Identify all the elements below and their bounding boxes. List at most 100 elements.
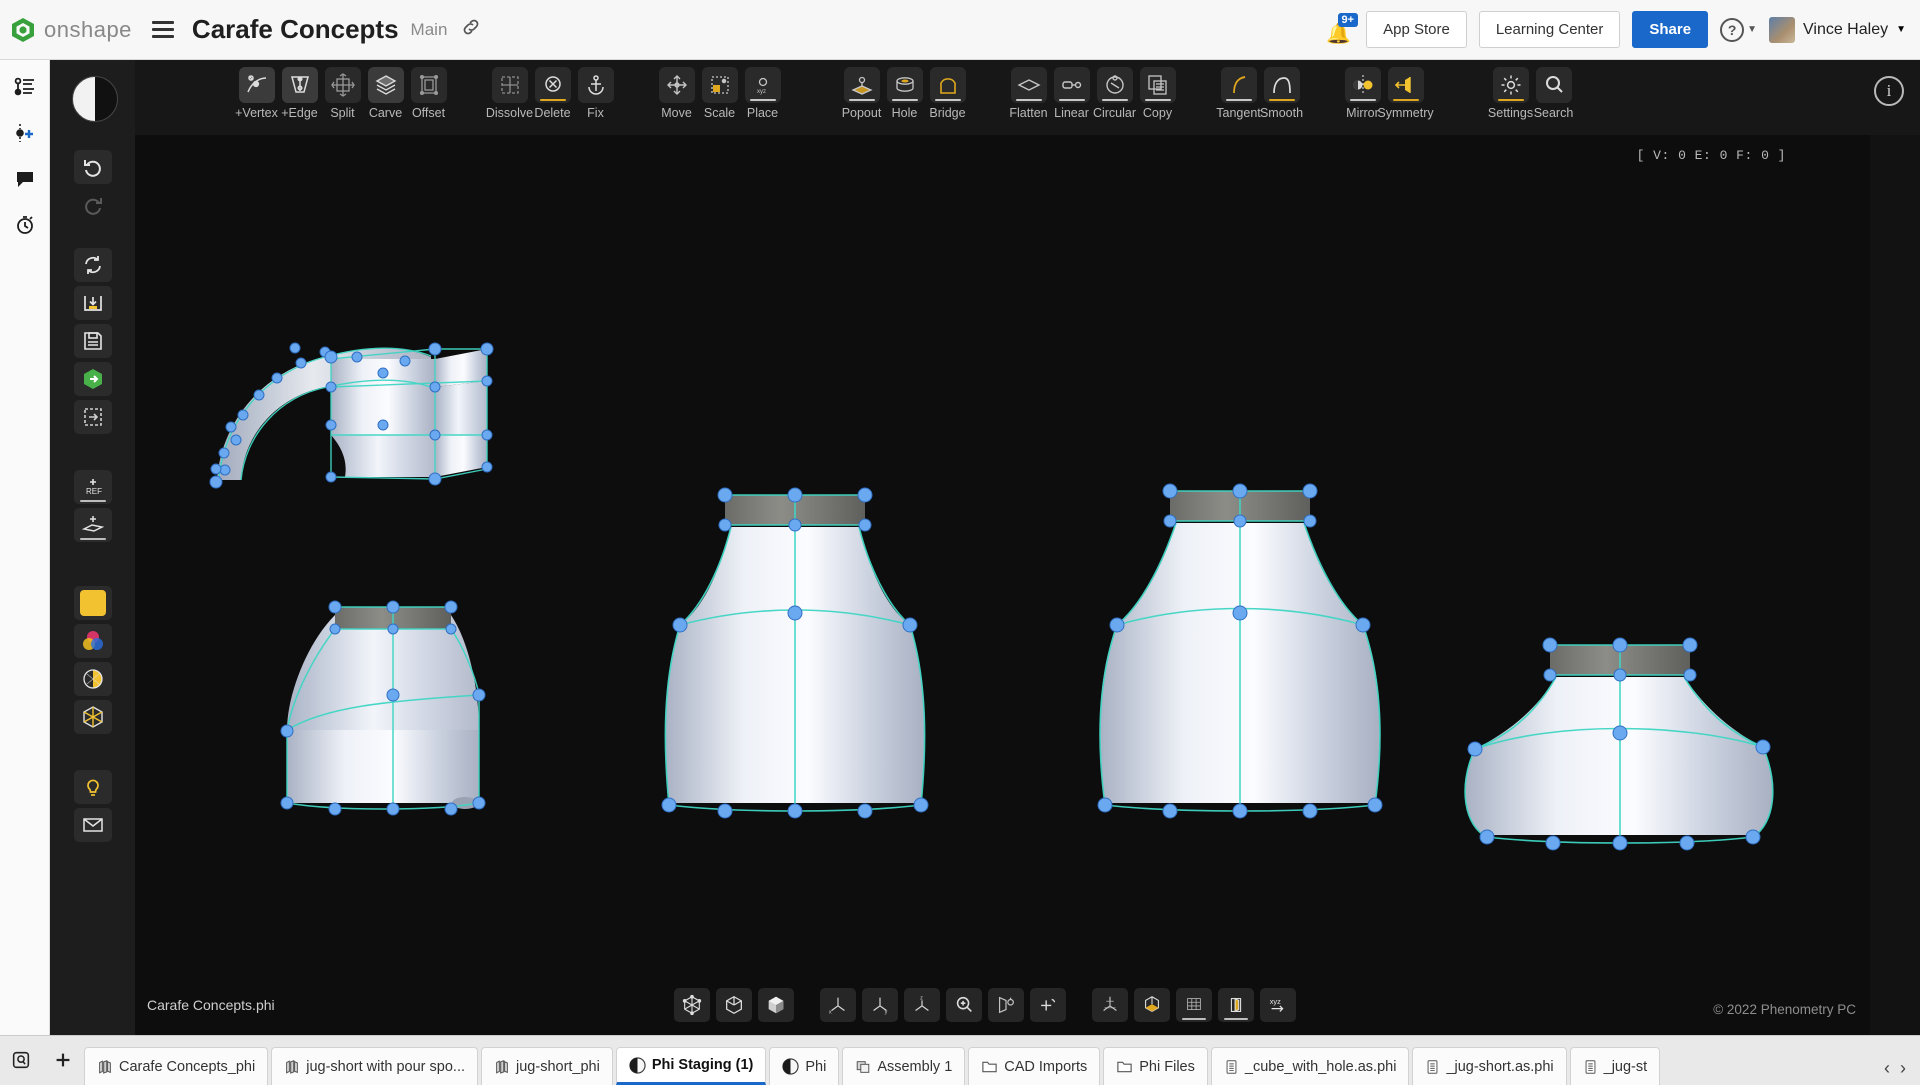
ribbon-group-pattern: Flatten Linear Circular xyxy=(1007,60,1179,120)
ribbon-item-delete[interactable]: Delete xyxy=(531,60,574,120)
material-preview-sphere[interactable] xyxy=(72,76,118,122)
ribbon-label: Scale xyxy=(704,106,735,120)
ribbon-item-add-vertex[interactable]: +Vertex xyxy=(235,60,278,120)
rotate-view-icon[interactable] xyxy=(988,988,1024,1022)
tab-phi-files[interactable]: Phi Files xyxy=(1103,1047,1208,1085)
tab-jug-st-truncated[interactable]: _jug-st xyxy=(1570,1047,1660,1085)
hamburger-icon[interactable] xyxy=(148,17,178,42)
help-menu[interactable]: ? ▼ xyxy=(1720,18,1757,42)
model-carafe-squat xyxy=(1465,638,1773,850)
user-menu[interactable]: Vince Haley ▼ xyxy=(1769,17,1906,43)
ribbon-item-tangent[interactable]: Tangent xyxy=(1217,60,1260,120)
section-cube-icon[interactable] xyxy=(1134,988,1170,1022)
underline xyxy=(1145,99,1171,101)
tab-carafe-concepts-phi[interactable]: Carafe Concepts_phi xyxy=(84,1047,268,1085)
wireframe-cube-icon[interactable] xyxy=(716,988,752,1022)
ribbon-item-fix[interactable]: Fix xyxy=(574,60,617,120)
tab-jug-short-with-pour-spout[interactable]: jug-short with pour spo... xyxy=(271,1047,478,1085)
tab-assembly-1[interactable]: Assembly 1 xyxy=(842,1047,965,1085)
view-toolbar: x y z xyxy=(50,975,1920,1035)
model-canvas[interactable] xyxy=(135,135,1870,1035)
ribbon-item-popout[interactable]: Popout xyxy=(840,60,883,120)
onshape-export-icon[interactable] xyxy=(74,362,112,396)
learning-center-button[interactable]: Learning Center xyxy=(1479,11,1621,48)
ribbon-item-search[interactable]: Search xyxy=(1532,60,1575,120)
tab-phi[interactable]: Phi xyxy=(769,1047,839,1085)
view-y-axis-icon[interactable]: y xyxy=(862,988,898,1022)
ribbon-item-add-edge[interactable]: +Edge xyxy=(278,60,321,120)
app-store-button[interactable]: App Store xyxy=(1366,11,1467,48)
ribbon-label: +Edge xyxy=(281,106,318,120)
tab-scroll-next[interactable]: › xyxy=(1900,1058,1906,1079)
underline xyxy=(80,500,106,502)
add-plane-icon[interactable] xyxy=(74,508,112,542)
tab-cube-with-hole[interactable]: _cube_with_hole.as.phi xyxy=(1211,1047,1410,1085)
ribbon-item-bridge[interactable]: Bridge xyxy=(926,60,969,120)
underline xyxy=(1059,99,1085,101)
ribbon-item-settings[interactable]: Settings xyxy=(1489,60,1532,120)
ribbon-item-symmetry[interactable]: Symmetry xyxy=(1384,60,1427,120)
axes-origin-icon[interactable] xyxy=(1092,988,1128,1022)
comment-icon[interactable] xyxy=(0,156,50,202)
underline xyxy=(1269,99,1295,101)
share-button[interactable]: Share xyxy=(1632,11,1708,48)
ribbon-item-offset[interactable]: Offset xyxy=(407,60,450,120)
ribbon-item-flatten[interactable]: Flatten xyxy=(1007,60,1050,120)
ribbon-item-circular[interactable]: Circular xyxy=(1093,60,1136,120)
view-x-axis-icon[interactable]: x xyxy=(820,988,856,1022)
ghost-mode-icon[interactable] xyxy=(1218,988,1254,1022)
zoom-icon[interactable] xyxy=(946,988,982,1022)
ribbon-item-place[interactable]: xyz Place xyxy=(741,60,784,120)
pan-view-icon[interactable] xyxy=(1030,988,1066,1022)
mirror-icon xyxy=(1345,67,1381,103)
ribbon-item-scale[interactable]: Scale xyxy=(698,60,741,120)
add-vertex-icon xyxy=(239,67,275,103)
underline xyxy=(892,99,918,101)
tab-cad-imports[interactable]: CAD Imports xyxy=(968,1047,1100,1085)
color-wheel-icon[interactable] xyxy=(74,624,112,658)
envelope-icon[interactable] xyxy=(74,808,112,842)
shaded-cube-icon[interactable] xyxy=(758,988,794,1022)
feature-list-icon[interactable] xyxy=(0,64,50,110)
tab-jug-short-as-phi[interactable]: _jug-short.as.phi xyxy=(1412,1047,1566,1085)
3d-viewport[interactable]: [ V: 0 E: 0 F: 0 ] xyxy=(135,135,1870,1035)
add-ref-icon[interactable]: REF xyxy=(74,470,112,504)
box-display-icon[interactable] xyxy=(74,700,112,734)
link-icon[interactable] xyxy=(461,17,481,43)
texture-icon[interactable] xyxy=(74,662,112,696)
ribbon-item-smooth[interactable]: Smooth xyxy=(1260,60,1303,120)
ribbon-group-symmetry: Mirror Symmetry xyxy=(1341,60,1427,120)
split-icon xyxy=(325,67,361,103)
tab-scroll-prev[interactable]: ‹ xyxy=(1884,1058,1890,1079)
ribbon-item-split[interactable]: Split xyxy=(321,60,364,120)
ribbon-label: Flatten xyxy=(1009,106,1047,120)
light-bulb-icon[interactable] xyxy=(74,770,112,804)
tab-phi-staging[interactable]: Phi Staging (1) xyxy=(616,1047,767,1085)
sync-icon[interactable] xyxy=(74,248,112,282)
ribbon-item-move[interactable]: Move xyxy=(655,60,698,120)
scale-icon xyxy=(702,67,738,103)
ribbon-item-hole[interactable]: Hole xyxy=(883,60,926,120)
notifications-button[interactable]: 🔔 9+ xyxy=(1324,15,1354,45)
add-part-icon[interactable] xyxy=(0,110,50,156)
view-z-axis-icon[interactable]: z xyxy=(904,988,940,1022)
info-button[interactable]: i xyxy=(1874,76,1904,106)
color-swatch-icon[interactable] xyxy=(74,586,112,620)
ribbon-item-carve[interactable]: Carve xyxy=(364,60,407,120)
ribbon-item-linear[interactable]: Linear xyxy=(1050,60,1093,120)
ribbon-item-dissolve[interactable]: Dissolve xyxy=(488,60,531,120)
history-icon[interactable] xyxy=(0,202,50,248)
onshape-logo[interactable]: onshape xyxy=(10,17,132,43)
add-tab-icon[interactable] xyxy=(42,1035,84,1085)
import-icon[interactable] xyxy=(74,286,112,320)
tab-jug-short-phi[interactable]: jug-short_phi xyxy=(481,1047,613,1085)
export-icon[interactable] xyxy=(74,400,112,434)
ribbon-item-copy[interactable]: Copy xyxy=(1136,60,1179,120)
save-icon[interactable] xyxy=(74,324,112,358)
undo-icon[interactable] xyxy=(74,150,112,184)
xyz-axes-icon[interactable]: xyz xyxy=(1260,988,1296,1022)
tab-search-icon[interactable] xyxy=(0,1035,42,1085)
bounding-box-icon[interactable] xyxy=(674,988,710,1022)
ribbon-label: Popout xyxy=(842,106,882,120)
grid-icon[interactable] xyxy=(1176,988,1212,1022)
